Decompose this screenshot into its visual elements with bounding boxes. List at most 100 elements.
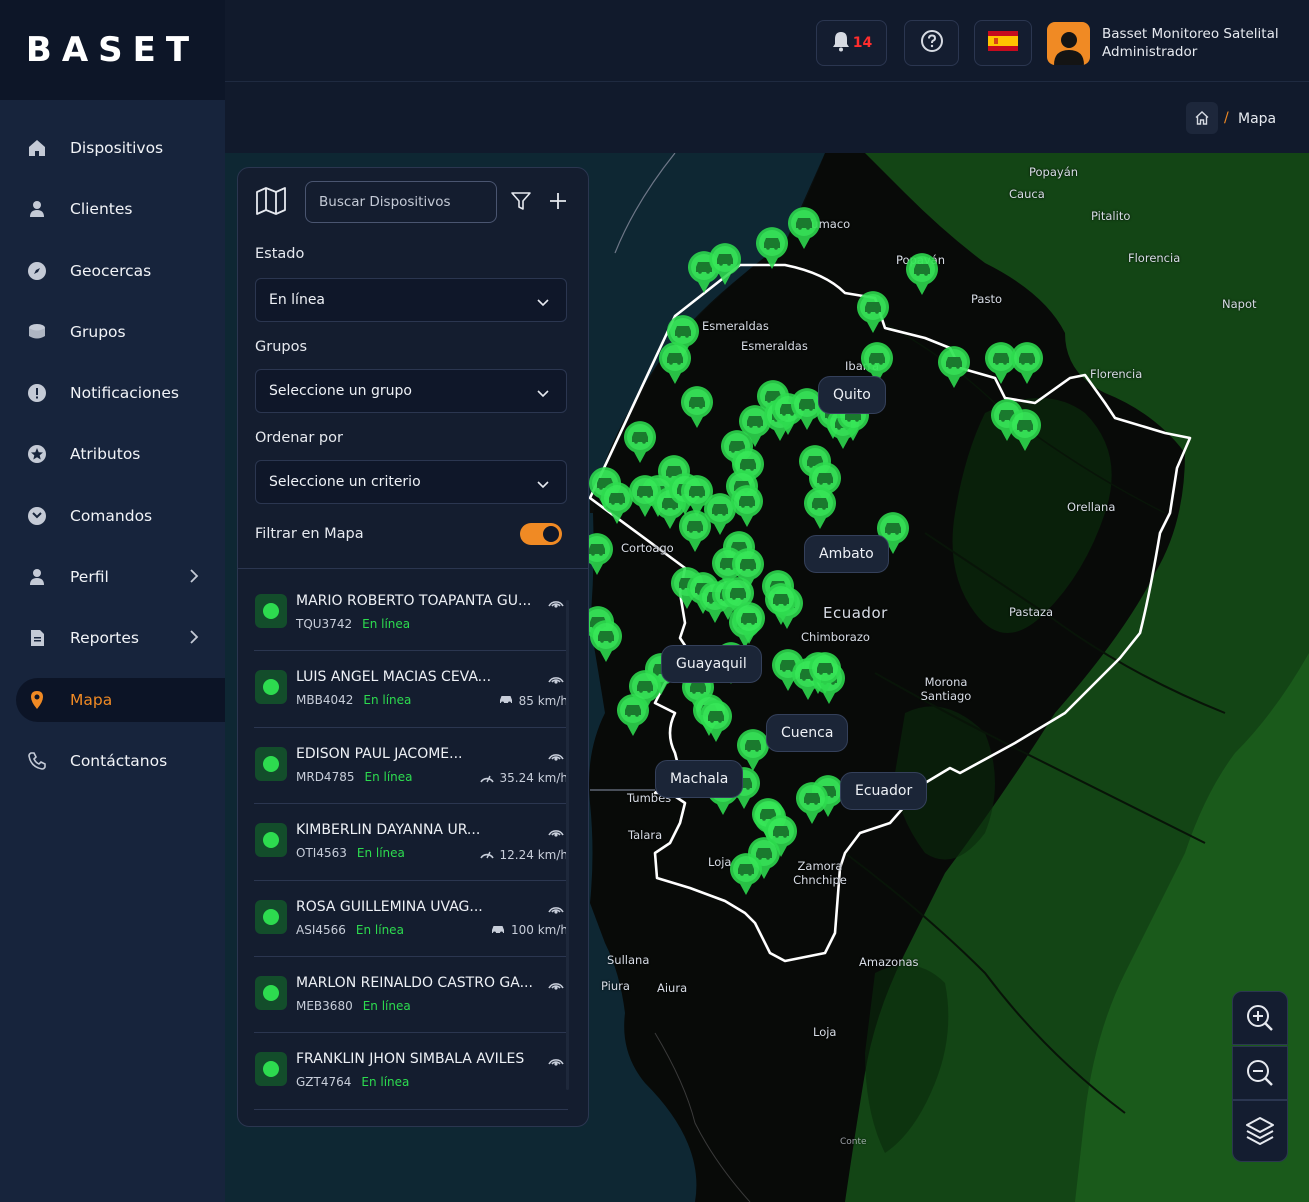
sidebar-item-dispositivos[interactable]: Dispositivos: [0, 126, 225, 170]
breadcrumb-home-button[interactable]: [1186, 102, 1218, 134]
speed-icon: [479, 770, 495, 787]
sidebar-item-grupos[interactable]: Grupos: [0, 310, 225, 354]
vehicle-marker[interactable]: [1008, 340, 1046, 386]
vehicle-marker[interactable]: [697, 698, 735, 744]
signal-icon[interactable]: [546, 822, 566, 842]
avatar[interactable]: [1047, 22, 1090, 65]
compass-icon: [26, 260, 48, 282]
signal-icon[interactable]: [546, 669, 566, 689]
city-label-ecuador[interactable]: Ecuador: [840, 772, 928, 810]
vehicle-marker[interactable]: [727, 851, 765, 897]
vehicle-marker[interactable]: [806, 650, 844, 696]
grupos-select[interactable]: Seleccione un grupo: [255, 369, 567, 413]
bell-icon: [831, 30, 851, 56]
sidebar-item-atributos[interactable]: Atributos: [0, 432, 225, 476]
device-status: En línea: [361, 1075, 410, 1090]
sidebar-item-comandos[interactable]: Comandos: [0, 494, 225, 538]
device-status: En línea: [362, 998, 411, 1013]
city-label-guayaquil[interactable]: Guayaquil: [661, 645, 762, 683]
city-label-machala[interactable]: Machala: [655, 760, 744, 798]
city-label-ambato[interactable]: Ambato: [804, 535, 889, 573]
vehicle-marker[interactable]: [621, 419, 659, 465]
help-button[interactable]: [904, 20, 959, 66]
city-label-cuenca[interactable]: Cuenca: [766, 714, 849, 752]
zoom-in-button[interactable]: [1232, 991, 1288, 1045]
filtrar-mapa-toggle[interactable]: [520, 523, 562, 545]
vehicle-marker[interactable]: [728, 483, 766, 529]
chevron-down-icon: [537, 477, 549, 493]
device-row[interactable]: EDISON PAUL JACOME... MRD4785 En línea 35.2…: [254, 728, 568, 805]
vehicle-marker[interactable]: [587, 618, 625, 664]
device-speed: 35.24 km/h: [479, 770, 568, 787]
search-input[interactable]: [305, 181, 497, 223]
spain-flag-icon: [988, 31, 1018, 55]
signal-icon[interactable]: [546, 975, 566, 995]
sidebar-item-label: Mapa: [70, 690, 113, 709]
breadcrumb-current[interactable]: Mapa: [1238, 111, 1276, 127]
map-place-label: Aiura: [657, 981, 688, 995]
ordenar-select[interactable]: Seleccione un criterio: [255, 460, 567, 504]
vehicle-marker[interactable]: [598, 480, 636, 526]
speed-icon: [490, 923, 506, 938]
device-row[interactable]: MARLON REINALDO CASTRO GA... MEB3680 En lí…: [254, 957, 568, 1034]
device-name: MARIO ROBERTO TOAPANTA GU...: [296, 593, 532, 609]
map-place-label: Ecuador: [823, 604, 888, 622]
map-place-label: Esmeraldas: [702, 319, 769, 333]
signal-icon[interactable]: [546, 1051, 566, 1071]
vehicle-marker[interactable]: [935, 344, 973, 390]
estado-select[interactable]: En línea: [255, 278, 567, 322]
vehicle-marker[interactable]: [626, 668, 664, 714]
logo[interactable]: BASET: [0, 0, 225, 100]
sidebar-item-notificaciones[interactable]: Notificaciones: [0, 371, 225, 415]
sidebar-item-mapa[interactable]: Mapa: [16, 677, 225, 722]
map-place-label: Napot: [1222, 297, 1257, 311]
vehicle-marker[interactable]: [801, 485, 839, 531]
map-icon[interactable]: [255, 186, 287, 220]
layers-button[interactable]: [1232, 1100, 1288, 1162]
estado-select-value: En línea: [269, 292, 326, 308]
map-place-label: Esmeraldas: [741, 339, 808, 353]
online-status-indicator: [255, 670, 287, 705]
vehicle-marker[interactable]: [656, 340, 694, 386]
sidebar-item-geocercas[interactable]: Geocercas: [0, 249, 225, 293]
sidebar-item-perfil[interactable]: Perfil: [0, 555, 225, 599]
report-icon: [26, 627, 48, 649]
device-row[interactable]: LUIS ANGEL MACIAS CEVA... MBB4042 En línea…: [254, 651, 568, 728]
zoom-out-button[interactable]: [1232, 1046, 1288, 1100]
notifications-button[interactable]: 14: [816, 20, 887, 66]
vehicle-marker[interactable]: [706, 241, 744, 287]
signal-icon[interactable]: [546, 899, 566, 919]
sidebar-item-contactanos[interactable]: Contáctanos: [0, 739, 225, 783]
device-speed: 100 km/h: [490, 923, 568, 938]
online-status-indicator: [255, 899, 287, 934]
vehicle-marker[interactable]: [753, 225, 791, 271]
city-label-quito[interactable]: Quito: [818, 376, 886, 414]
add-device-icon[interactable]: [549, 192, 567, 214]
online-status-indicator: [255, 746, 287, 781]
sidebar-item-clientes[interactable]: Clientes: [0, 187, 225, 231]
stack-icon: [26, 321, 48, 343]
vehicle-marker[interactable]: [1006, 407, 1044, 453]
vehicle-marker[interactable]: [903, 251, 941, 297]
chevron-right-icon: [189, 568, 199, 588]
notification-count-badge: 14: [852, 35, 873, 51]
zoom-out-icon: [1247, 1060, 1273, 1086]
device-row[interactable]: ROSA GUILLEMINA UVAG... ASI4566 En línea 10…: [254, 881, 568, 957]
phone-icon: [26, 750, 48, 772]
device-row[interactable]: KIMBERLIN DAYANNA UR... OTI4563 En línea 12…: [254, 804, 568, 881]
device-plate: GZT4764 En línea: [296, 1075, 409, 1089]
device-row[interactable]: MARIO ROBERTO TOAPANTA GU... TQU3742 En lí…: [254, 575, 568, 652]
sidebar-item-label: Perfil: [70, 568, 109, 587]
vehicle-marker[interactable]: [854, 289, 892, 335]
signal-icon[interactable]: [546, 593, 566, 613]
device-row[interactable]: FRANKLIN JHON SIMBALA AVILES GZT4764 En lí…: [254, 1033, 568, 1110]
map-place-label: Morona Santiago: [920, 675, 972, 703]
vehicle-marker[interactable]: [678, 384, 716, 430]
device-list-scrollbar[interactable]: [566, 600, 569, 1090]
language-button[interactable]: [974, 20, 1032, 66]
sidebar-item-reportes[interactable]: Reportes: [0, 616, 225, 660]
user-avatar-icon: [1053, 32, 1084, 65]
sidebar-item-label: Notificaciones: [70, 384, 179, 403]
filter-icon[interactable]: [510, 190, 532, 216]
signal-icon[interactable]: [546, 746, 566, 766]
